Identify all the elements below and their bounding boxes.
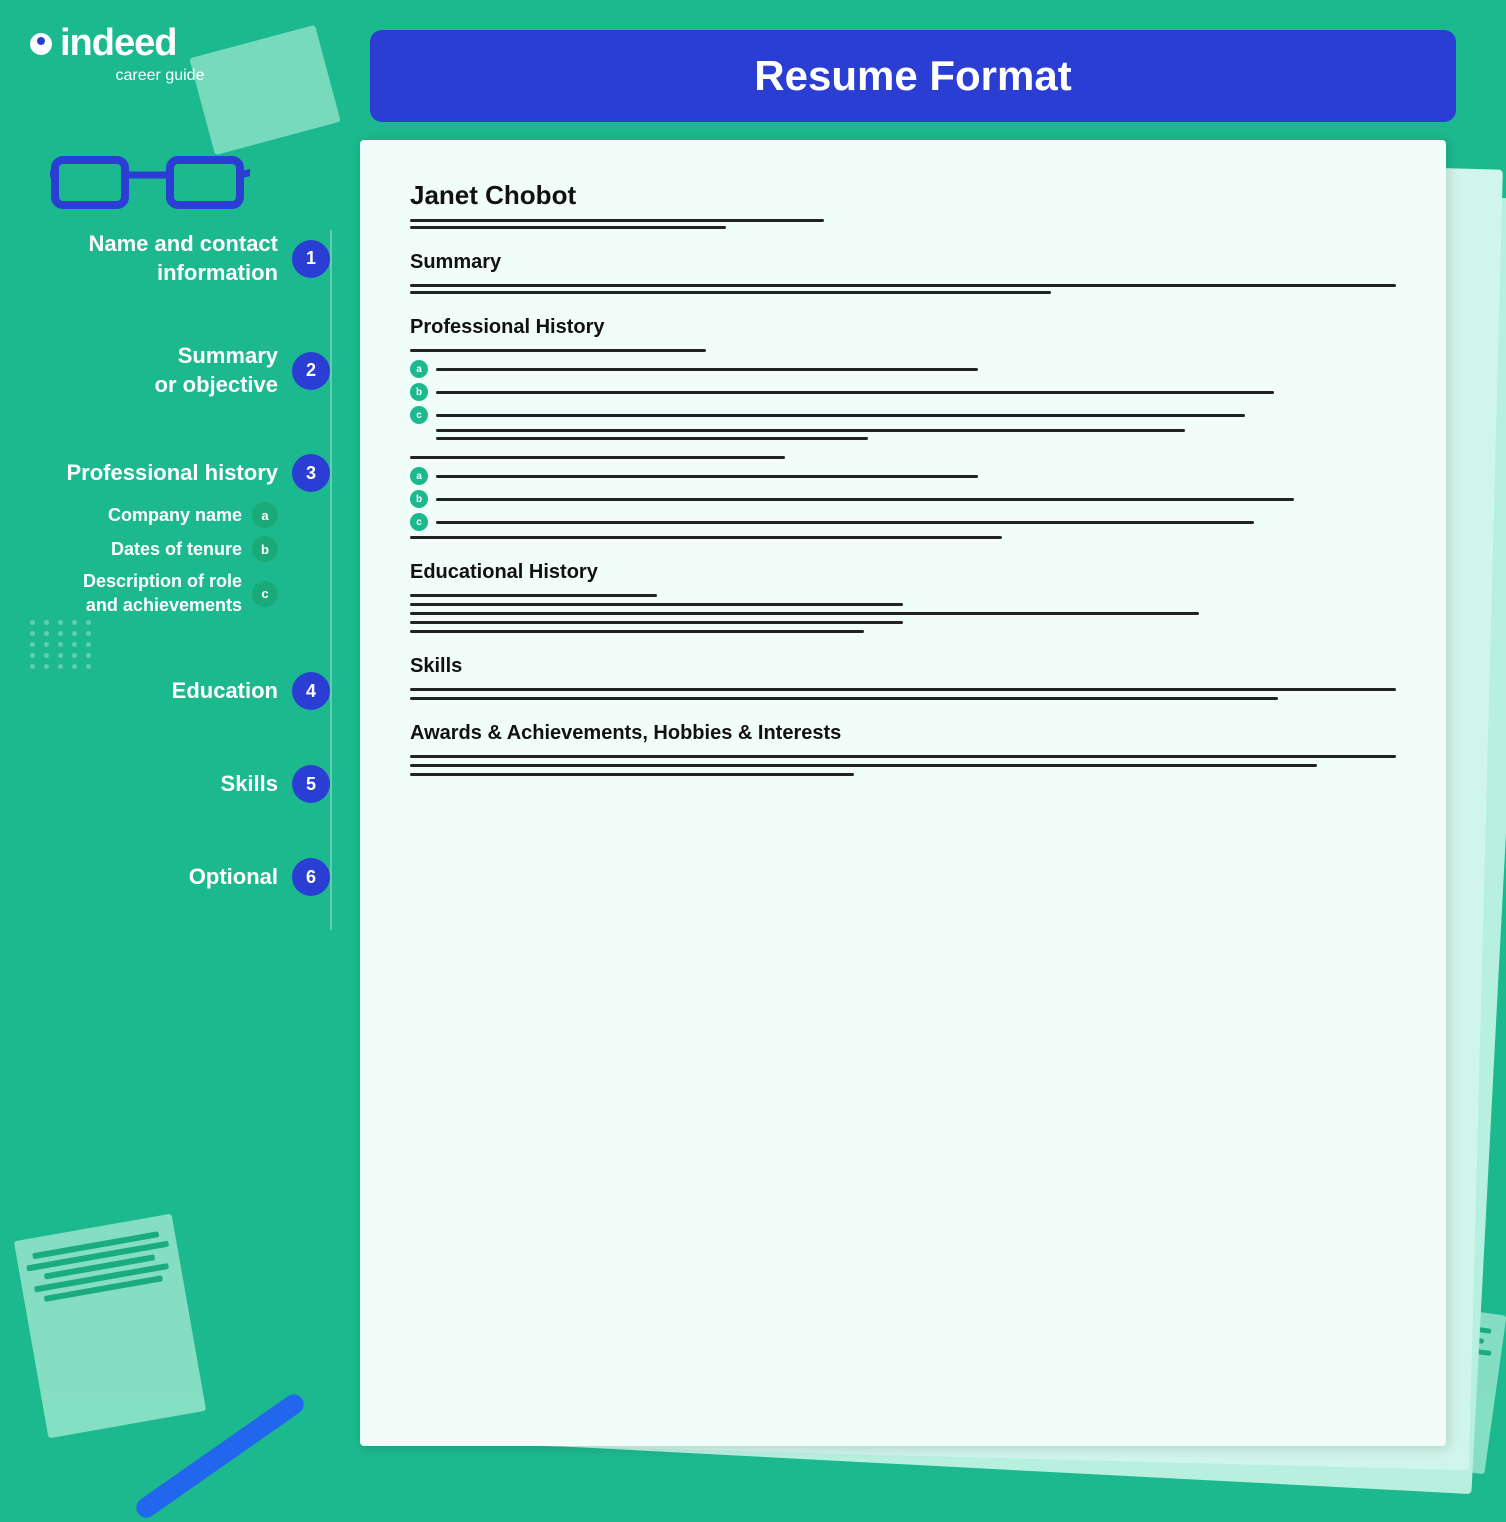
skills-line-1 — [410, 688, 1396, 691]
sub-description-role-text: Description of roleand achievements — [83, 570, 242, 617]
label-name-contact-text: Name and contactinformation — [89, 230, 279, 287]
logo-brand: indeed — [60, 22, 176, 65]
logo-area: indeed career guide — [30, 22, 290, 85]
logo-dot-icon — [30, 33, 52, 55]
paper-main: Janet Chobot Summary Professional Histor… — [360, 140, 1446, 1446]
awards-line-2 — [410, 764, 1317, 767]
label-education: Education 4 — [0, 672, 330, 710]
job2-line-a — [436, 475, 978, 478]
job2-bullet-b: b — [410, 490, 1396, 508]
logo-subtext: career guide — [30, 67, 290, 85]
edu-line-5 — [410, 630, 864, 633]
job1-bullet-a: a — [410, 360, 1396, 378]
name-line-1 — [410, 219, 824, 222]
sub-dates-tenure-text: Dates of tenure — [111, 538, 242, 561]
label-summary: Summaryor objective 2 — [0, 342, 330, 399]
label-summary-text: Summaryor objective — [155, 342, 278, 399]
alpha-badge-a1: a — [252, 502, 278, 528]
resume-section-education: Educational History — [410, 561, 1396, 584]
job1-bullet-c: c — [410, 406, 1396, 424]
badge-6: 6 — [292, 858, 330, 896]
job1-line-b — [436, 391, 1274, 394]
resume-section-summary: Summary — [410, 251, 1396, 274]
sub-dates-tenure: Dates of tenure b — [111, 536, 278, 562]
glasses-decoration — [50, 140, 250, 220]
summary-line-1 — [410, 284, 1396, 287]
awards-line-3 — [410, 773, 854, 776]
label-skills: Skills 5 — [0, 765, 330, 803]
job2-company — [410, 456, 785, 459]
page-title: Resume Format — [410, 52, 1416, 100]
bullet-a-icon: a — [410, 360, 428, 378]
resume-section-skills: Skills — [410, 655, 1396, 678]
job2-extra-1 — [410, 536, 1002, 539]
label-professional-text: Professional history — [66, 459, 278, 488]
resume-stack: Janet Chobot Summary Professional Histor… — [360, 140, 1476, 1446]
job1-extra-2 — [436, 437, 868, 440]
job1-bullet-b: b — [410, 383, 1396, 401]
alpha-badge-b1: b — [252, 536, 278, 562]
title-banner: Resume Format — [370, 30, 1456, 122]
label-optional: Optional 6 — [0, 858, 330, 896]
resume-name: Janet Chobot — [410, 180, 1396, 211]
job1-line-a — [436, 368, 978, 371]
left-labels: Name and contactinformation 1 Summaryor … — [0, 230, 330, 951]
label-education-text: Education — [172, 677, 278, 706]
bullet-a2-icon: a — [410, 467, 428, 485]
name-line-2 — [410, 226, 726, 229]
badge-3: 3 — [292, 454, 330, 492]
edu-line-3 — [410, 612, 1199, 615]
label-professional: Professional history 3 Company name a Da… — [0, 454, 330, 617]
job2-line-c — [436, 521, 1254, 524]
deco-paper-bottomleft — [14, 1214, 206, 1439]
skills-line-2 — [410, 697, 1278, 700]
summary-line-2 — [410, 291, 1051, 294]
badge-4: 4 — [292, 672, 330, 710]
bullet-c2-icon: c — [410, 513, 428, 531]
label-name-contact: Name and contactinformation 1 — [0, 230, 330, 287]
resume-section-awards: Awards & Achievements, Hobbies & Interes… — [410, 722, 1396, 745]
alpha-badge-c1: c — [252, 581, 278, 607]
resume-section-professional: Professional History — [410, 316, 1396, 339]
job1-line-c — [436, 414, 1245, 417]
bullet-b2-icon: b — [410, 490, 428, 508]
sub-company-name: Company name a — [108, 502, 278, 528]
divider-line — [330, 230, 332, 930]
sub-company-name-text: Company name — [108, 504, 242, 527]
awards-line-1 — [410, 755, 1396, 758]
bullet-b-icon: b — [410, 383, 428, 401]
edu-line-2 — [410, 603, 903, 606]
job2-bullet-c: c — [410, 513, 1396, 531]
badge-5: 5 — [292, 765, 330, 803]
job2-line-b — [436, 498, 1294, 501]
label-skills-text: Skills — [221, 770, 278, 799]
edu-line-4 — [410, 621, 903, 624]
job2-bullet-a: a — [410, 467, 1396, 485]
job1-extra-1 — [436, 429, 1185, 432]
logo: indeed — [30, 22, 290, 65]
edu-line-1 — [410, 594, 657, 597]
badge-2: 2 — [292, 352, 330, 390]
label-optional-text: Optional — [189, 863, 278, 892]
badge-1: 1 — [292, 240, 330, 278]
label-professional-header: Professional history 3 — [0, 454, 330, 492]
bullet-c-icon: c — [410, 406, 428, 424]
job1-company — [410, 349, 706, 352]
sub-description-role: Description of roleand achievements c — [83, 570, 278, 617]
